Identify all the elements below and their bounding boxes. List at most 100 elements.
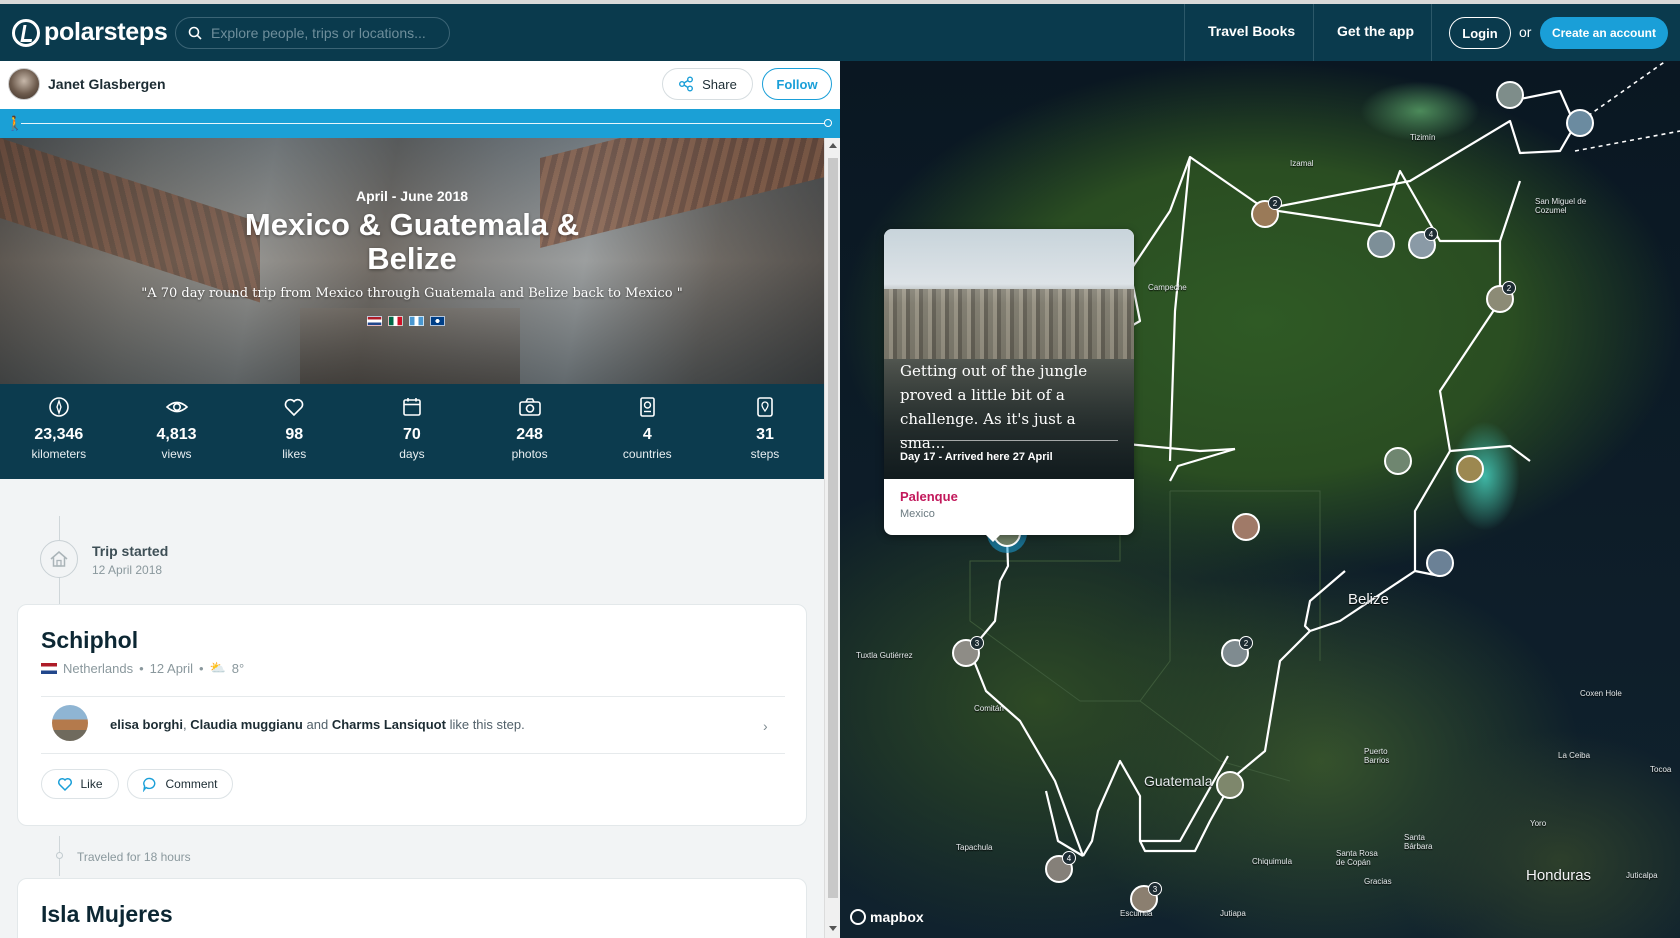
stat-likes: 98 likes	[235, 384, 353, 479]
scrollbar-thumb[interactable]	[828, 158, 838, 898]
polarsteps-logo[interactable]: polarsteps	[12, 18, 168, 47]
country-flags	[367, 316, 445, 326]
share-icon	[679, 76, 694, 92]
nav-separator	[1431, 4, 1432, 61]
netherlands-flag-icon	[367, 316, 382, 326]
map-label-san-miguel: San Miguel de Cozumel	[1535, 197, 1587, 215]
trip-started-title: Trip started	[92, 543, 169, 559]
or-text: or	[1519, 24, 1532, 40]
share-button[interactable]: Share	[662, 68, 753, 100]
map-label-tocoa: Tocoa	[1650, 765, 1672, 774]
stat-steps: 31 steps	[706, 384, 824, 479]
map-label-belize: Belize	[1348, 591, 1389, 608]
map-label-tizimin: Tizimín	[1410, 133, 1436, 142]
trip-start-marker	[40, 540, 78, 578]
compass-icon	[49, 397, 69, 417]
cluster-badge: 2	[1239, 636, 1253, 650]
nav-separator	[1184, 4, 1185, 61]
progress-end-marker	[824, 119, 832, 127]
scroll-down-arrow[interactable]	[829, 926, 837, 931]
stat-label: kilometers	[31, 447, 87, 461]
step-photo-ruin	[884, 289, 1134, 359]
mapbox-label: mapbox	[870, 909, 924, 925]
stat-photos: 248 photos	[471, 384, 589, 479]
follow-button[interactable]: Follow	[762, 68, 832, 100]
stat-countries: 4 countries	[588, 384, 706, 479]
user-name[interactable]: Janet Glasbergen	[48, 76, 166, 92]
search-input[interactable]	[211, 25, 431, 41]
map-label-chiquimula: Chiquimula	[1252, 857, 1293, 866]
mapbox-attribution[interactable]: mapbox	[850, 909, 924, 925]
comment-icon	[143, 777, 156, 792]
stat-label: steps	[750, 447, 780, 461]
cluster-badge: 2	[1502, 281, 1516, 295]
travel-books-link[interactable]: Travel Books	[1208, 23, 1295, 39]
guatemala-flag-icon	[409, 316, 424, 326]
stat-value: 31	[756, 426, 774, 443]
likes-summary[interactable]: elisa borghi, Claudia muggianu and Charm…	[110, 717, 525, 732]
map-label-jutiapa: Jutiapa	[1220, 909, 1246, 918]
stat-value: 4	[642, 426, 652, 443]
stat-label: views	[161, 447, 192, 461]
cluster-badge: 4	[1062, 851, 1076, 865]
like-button[interactable]: Like	[41, 769, 119, 799]
mexico-flag-icon	[388, 316, 403, 326]
trip-dates: April - June 2018	[355, 188, 469, 204]
calendar-icon	[403, 398, 421, 416]
step-place-name[interactable]: Palenque	[900, 489, 958, 504]
get-the-app-link[interactable]: Get the app	[1337, 23, 1414, 39]
separator-dot: •	[139, 660, 144, 676]
trip-progress-bar[interactable]: 🚶	[0, 109, 840, 138]
nav-separator	[1313, 4, 1314, 61]
trip-cover-photo: April - June 2018 Mexico & Guatemala & B…	[0, 138, 824, 384]
map-label-coxen-hole: Coxen Hole	[1580, 689, 1622, 698]
liker-avatars[interactable]	[50, 703, 100, 743]
login-button[interactable]: Login	[1449, 17, 1511, 49]
create-account-button[interactable]: Create an account	[1540, 17, 1668, 49]
brand-name: polarsteps	[44, 18, 168, 46]
step-title[interactable]: Isla Mujeres	[41, 901, 173, 928]
step-meta: Netherlands • 12 April • ⛅ 8°	[41, 660, 244, 676]
heart-icon	[58, 777, 73, 792]
belize-flag-icon	[430, 316, 445, 326]
map-label-la-ceiba: La Ceiba	[1558, 751, 1591, 760]
trip-title: Mexico & Guatemala & Belize	[244, 207, 580, 276]
stat-value: 4,813	[156, 426, 197, 443]
comment-button[interactable]: Comment	[127, 769, 233, 799]
separator-dot: •	[199, 660, 204, 676]
and-text: and	[306, 717, 329, 732]
timeline-dot	[56, 852, 63, 859]
map-label-juticalpa: Juticalpa	[1626, 871, 1658, 880]
liker-name[interactable]: Claudia muggianu	[190, 717, 303, 732]
trip-map[interactable]: 2 4 2 3 2 3 4 Belize Guatemala Honduras …	[840, 61, 1680, 938]
step-card-schiphol[interactable]: Schiphol Netherlands • 12 April • ⛅ 8° e…	[17, 604, 807, 826]
trip-summary: "A 70 day round trip from Mexico through…	[141, 286, 683, 301]
liker-name[interactable]: Charms Lansiquot	[332, 717, 446, 732]
step-popup-card[interactable]: Getting out of the jungle proved a littl…	[884, 229, 1134, 535]
panel-scrollbar[interactable]	[824, 138, 840, 938]
stat-label: countries	[622, 447, 672, 461]
netherlands-flag-icon	[41, 662, 57, 674]
divider	[41, 696, 785, 697]
avatar[interactable]	[8, 68, 40, 100]
trip-started-date: 12 April 2018	[92, 563, 163, 577]
liker-name[interactable]: elisa borghi	[110, 717, 183, 732]
step-card-isla-mujeres[interactable]: Isla Mujeres	[17, 878, 807, 938]
eye-icon	[165, 401, 188, 413]
map-label-comitan: Comitán	[974, 704, 1004, 713]
search-box[interactable]	[175, 17, 450, 49]
location-pin-icon	[757, 397, 773, 417]
cluster-badge: 2	[1268, 196, 1282, 210]
share-label: Share	[702, 76, 737, 92]
map-label-santa-barbara: Santa Bárbara	[1404, 833, 1433, 851]
home-icon	[50, 551, 68, 567]
chevron-right-icon[interactable]: ›	[763, 718, 768, 734]
user-bar: Janet Glasbergen Share Follow	[0, 61, 840, 109]
progress-line	[21, 123, 825, 124]
stat-label: days	[399, 447, 425, 461]
step-title[interactable]: Schiphol	[41, 627, 138, 654]
scroll-up-arrow[interactable]	[829, 143, 837, 148]
stat-value: 98	[285, 426, 304, 443]
step-date: 12 April	[149, 660, 194, 676]
stat-views: 4,813 views	[118, 384, 236, 479]
